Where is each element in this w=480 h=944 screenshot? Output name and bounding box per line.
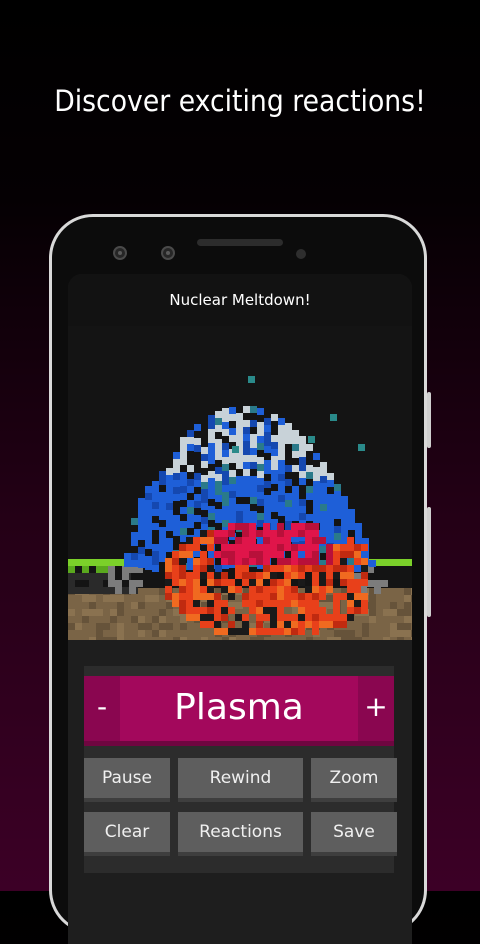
earpiece-speaker bbox=[197, 239, 283, 246]
volume-button bbox=[427, 507, 431, 617]
sandbox-pixels bbox=[68, 376, 412, 640]
control-panel: - Plasma + Pause Rewind Zoom Clear React… bbox=[84, 666, 397, 873]
front-camera-icon bbox=[113, 246, 127, 260]
app-title: Nuclear Meltdown! bbox=[68, 274, 412, 326]
proximity-sensor bbox=[296, 249, 306, 259]
app-screen: Nuclear Meltdown! - Plasma + Pause Rewin… bbox=[68, 274, 412, 944]
zoom-button[interactable]: Zoom bbox=[311, 758, 397, 802]
element-selector: - Plasma + bbox=[84, 676, 394, 746]
selected-element-label[interactable]: Plasma bbox=[120, 676, 358, 741]
headline: Discover exciting reactions! bbox=[54, 84, 426, 118]
rewind-button[interactable]: Rewind bbox=[178, 758, 303, 802]
phone-frame: Nuclear Meltdown! - Plasma + Pause Rewin… bbox=[49, 214, 431, 944]
save-button[interactable]: Save bbox=[311, 812, 397, 856]
next-element-button[interactable]: + bbox=[358, 676, 394, 741]
simulation-canvas[interactable] bbox=[68, 326, 412, 640]
front-camera-icon bbox=[161, 246, 175, 260]
power-button bbox=[427, 392, 431, 448]
reactions-button[interactable]: Reactions bbox=[178, 812, 303, 856]
clear-button[interactable]: Clear bbox=[84, 812, 170, 856]
previous-element-button[interactable]: - bbox=[84, 676, 120, 741]
pause-button[interactable]: Pause bbox=[84, 758, 170, 802]
